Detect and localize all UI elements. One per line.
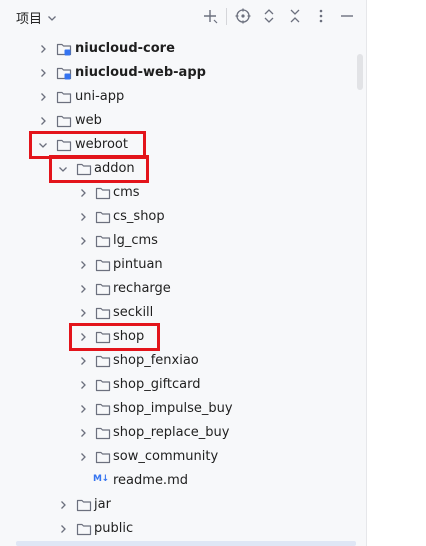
tree-row-pintuan[interactable]: pintuan — [0, 253, 356, 277]
tree-row-label: lg_cms — [113, 233, 158, 248]
tree-row-sow-community[interactable]: sow_community — [0, 445, 356, 469]
tree-row-label: shop_replace_buy — [113, 425, 230, 440]
folder-icon — [76, 521, 92, 537]
folder-icon — [95, 425, 111, 441]
tree-row-label: readme.md — [113, 473, 188, 488]
scrollbar[interactable] — [357, 54, 363, 90]
folder-icon — [95, 305, 111, 321]
folder-icon — [95, 377, 111, 393]
tree-row-addon[interactable]: addon — [0, 157, 356, 181]
tree-row-readme-md[interactable]: M↓ readme.md — [0, 469, 356, 493]
tree-row-label: webroot — [75, 137, 128, 152]
chevron-right-icon[interactable] — [77, 355, 89, 367]
folder-icon — [95, 257, 111, 273]
folder-icon — [95, 329, 111, 345]
folder-icon — [76, 497, 92, 513]
tree-row-cms[interactable]: cms — [0, 181, 356, 205]
folder-icon — [95, 233, 111, 249]
tree-row-label: web — [75, 113, 102, 128]
chevron-down-icon[interactable] — [57, 163, 69, 175]
folder-icon — [95, 401, 111, 417]
tree-row-label: public — [94, 521, 134, 536]
tree-row-label: cs_shop — [113, 209, 165, 224]
tree-row-label: sow_community — [113, 449, 219, 464]
tree-row-jar[interactable]: jar — [0, 493, 356, 517]
folder-icon — [95, 281, 111, 297]
tree-row-label: pintuan — [113, 257, 163, 272]
tree-row-shop-replace-buy[interactable]: shop_replace_buy — [0, 421, 356, 445]
module-folder-icon — [56, 41, 72, 57]
chevron-down-icon[interactable] — [37, 139, 49, 151]
tree-row-seckill[interactable]: seckill — [0, 301, 356, 325]
tree-row-label: niucloud-web-app — [75, 65, 206, 80]
toolbar-separator — [226, 8, 227, 25]
expand-all-icon[interactable] — [260, 7, 278, 25]
chevron-right-icon[interactable] — [37, 43, 49, 55]
tree-row-label: addon — [94, 161, 135, 176]
selected-row-edge — [16, 541, 356, 546]
tree-row-shop-fenxiao[interactable]: shop_fenxiao — [0, 349, 356, 373]
tree-row-recharge[interactable]: recharge — [0, 277, 356, 301]
folder-icon — [95, 185, 111, 201]
chevron-right-icon[interactable] — [77, 211, 89, 223]
tree-row-web[interactable]: web — [0, 109, 356, 133]
tree-row-label: seckill — [113, 305, 154, 320]
folder-icon — [95, 449, 111, 465]
tree-row-lg-cms[interactable]: lg_cms — [0, 229, 356, 253]
chevron-right-icon[interactable] — [57, 523, 69, 535]
chevron-right-icon[interactable] — [77, 259, 89, 271]
tree-row-label: shop_giftcard — [113, 377, 201, 392]
tree-row-cs-shop[interactable]: cs_shop — [0, 205, 356, 229]
minimize-icon[interactable] — [338, 7, 356, 25]
tree-row-label: uni-app — [75, 89, 125, 104]
tree-row-label: jar — [94, 497, 111, 512]
panel-title[interactable]: 项目 — [16, 8, 42, 27]
chevron-right-icon[interactable] — [77, 379, 89, 391]
tree-row-webroot[interactable]: webroot — [0, 133, 356, 157]
chevron-right-icon[interactable] — [77, 307, 89, 319]
folder-icon — [95, 209, 111, 225]
folder-icon — [95, 353, 111, 369]
more-icon[interactable] — [312, 7, 330, 25]
chevron-right-icon[interactable] — [77, 187, 89, 199]
chevron-right-icon[interactable] — [77, 451, 89, 463]
module-folder-icon — [56, 65, 72, 81]
tree-row-label: recharge — [113, 281, 171, 296]
tree-row-label: cms — [113, 185, 140, 200]
tree-row-label: shop_fenxiao — [113, 353, 199, 368]
tree-row-label: shop_impulse_buy — [113, 401, 233, 416]
chevron-right-icon[interactable] — [37, 67, 49, 79]
collapse-all-icon[interactable] — [286, 7, 304, 25]
chevron-right-icon[interactable] — [77, 235, 89, 247]
project-panel-header: 项目 — [0, 0, 366, 34]
chevron-right-icon[interactable] — [77, 283, 89, 295]
chevron-down-icon[interactable] — [46, 9, 58, 21]
locate-icon[interactable] — [234, 7, 252, 25]
project-panel: 项目 niucloud-core niucloud-web-app uni-app w… — [0, 0, 367, 546]
tree-row-shop-impulse-buy[interactable]: shop_impulse_buy — [0, 397, 356, 421]
add-icon[interactable] — [201, 7, 219, 25]
chevron-right-icon[interactable] — [77, 331, 89, 343]
tree-row-label: niucloud-core — [75, 41, 175, 56]
folder-icon — [56, 89, 72, 105]
chevron-right-icon[interactable] — [77, 427, 89, 439]
markdown-file-icon: M↓ — [93, 474, 109, 484]
tree-row-label: shop — [113, 329, 145, 344]
tree-row-shop-giftcard[interactable]: shop_giftcard — [0, 373, 356, 397]
chevron-right-icon[interactable] — [37, 91, 49, 103]
tree-row-niucloud-web-app[interactable]: niucloud-web-app — [0, 61, 356, 85]
folder-icon — [56, 137, 72, 153]
folder-icon — [76, 161, 92, 177]
chevron-right-icon[interactable] — [77, 403, 89, 415]
tree-row-public[interactable]: public — [0, 517, 356, 541]
folder-icon — [56, 113, 72, 129]
tree-row-niucloud-core[interactable]: niucloud-core — [0, 37, 356, 61]
tree-row-shop[interactable]: shop — [0, 325, 356, 349]
chevron-right-icon[interactable] — [57, 499, 69, 511]
chevron-right-icon[interactable] — [37, 115, 49, 127]
tree-row-uni-app[interactable]: uni-app — [0, 85, 356, 109]
